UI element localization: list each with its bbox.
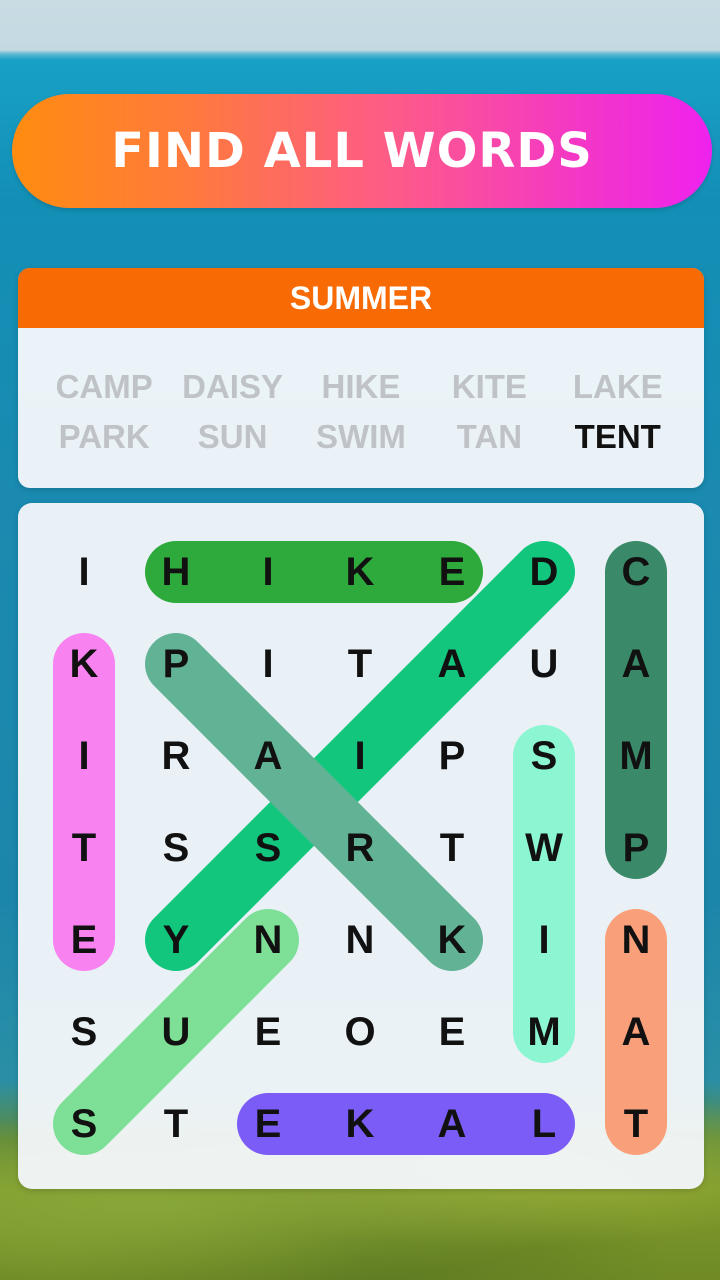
grid-cell[interactable]: D <box>498 526 590 618</box>
category-title: SUMMER <box>289 279 433 316</box>
grid-cell[interactable]: K <box>314 1078 406 1170</box>
grid-cell[interactable]: K <box>38 618 130 710</box>
grid-cell[interactable]: T <box>38 802 130 894</box>
grid-cell[interactable]: A <box>222 710 314 802</box>
grid-cell[interactable]: I <box>38 526 130 618</box>
grid-cell[interactable]: P <box>590 802 682 894</box>
word-item: SWIM <box>316 418 406 455</box>
grid-cell[interactable]: E <box>406 986 498 1078</box>
grid-cell[interactable]: R <box>314 802 406 894</box>
grid-cell[interactable]: W <box>498 802 590 894</box>
word-row: PARK SUN SWIM TAN TENT <box>18 412 704 462</box>
grid-cell[interactable]: H <box>130 526 222 618</box>
grid-cell[interactable]: T <box>406 802 498 894</box>
word-list: CAMP DAISY HIKE KITE LAKE PARK SUN SWIM … <box>18 328 704 462</box>
grid-cell[interactable]: A <box>406 1078 498 1170</box>
grid-cell[interactable]: C <box>590 526 682 618</box>
word-item: CAMP <box>55 368 153 405</box>
grid-cell[interactable]: I <box>314 710 406 802</box>
grid-cell[interactable]: O <box>314 986 406 1078</box>
grid-cell[interactable]: I <box>38 710 130 802</box>
word-item: PARK <box>58 418 150 455</box>
grid-cell[interactable]: K <box>314 526 406 618</box>
grid-cell[interactable]: S <box>222 802 314 894</box>
grid-cell[interactable]: L <box>498 1078 590 1170</box>
grid-cell[interactable]: A <box>590 618 682 710</box>
word-item: HIKE <box>321 368 401 405</box>
category-header: SUMMER <box>18 268 704 328</box>
word-row: CAMP DAISY HIKE KITE LAKE <box>18 362 704 412</box>
word-item: TENT <box>574 418 661 455</box>
grid-cell[interactable]: E <box>222 1078 314 1170</box>
word-item: DAISY <box>182 368 283 405</box>
grid-cell[interactable]: E <box>222 986 314 1078</box>
word-item: TAN <box>456 418 523 455</box>
find-all-words-banner: FIND ALL WORDS <box>12 94 712 208</box>
grid-cell[interactable]: S <box>498 710 590 802</box>
grid-cell[interactable]: U <box>498 618 590 710</box>
word-list-card: SUMMER CAMP DAISY HIKE KITE LAKE PARK SU… <box>18 268 704 488</box>
grid-cell[interactable]: S <box>38 986 130 1078</box>
grid-cell[interactable]: P <box>130 618 222 710</box>
word-item: SUN <box>197 418 268 455</box>
grid-cell[interactable]: I <box>222 526 314 618</box>
grid-cell[interactable]: E <box>38 894 130 986</box>
grid-cell[interactable]: Y <box>130 894 222 986</box>
grid-cell[interactable]: N <box>314 894 406 986</box>
grid-cell[interactable]: S <box>130 802 222 894</box>
grid-cell[interactable]: M <box>498 986 590 1078</box>
grid-cell[interactable]: E <box>406 526 498 618</box>
grid-cell[interactable]: I <box>222 618 314 710</box>
grid-cell[interactable]: T <box>130 1078 222 1170</box>
grid-cell[interactable]: I <box>498 894 590 986</box>
grid-cell[interactable]: K <box>406 894 498 986</box>
banner-title: FIND ALL WORDS <box>111 123 593 179</box>
grid-cell[interactable]: S <box>38 1078 130 1170</box>
grid-cell[interactable]: U <box>130 986 222 1078</box>
grid-cell[interactable]: T <box>314 618 406 710</box>
grid-cell[interactable]: A <box>406 618 498 710</box>
grid-cell[interactable]: T <box>590 1078 682 1170</box>
word-item: LAKE <box>572 368 663 405</box>
grid-cell[interactable]: N <box>590 894 682 986</box>
grid-cell[interactable]: M <box>590 710 682 802</box>
word-item: KITE <box>451 368 527 405</box>
grid-cell[interactable]: P <box>406 710 498 802</box>
grid-cell[interactable]: R <box>130 710 222 802</box>
grid-cell[interactable]: A <box>590 986 682 1078</box>
grid-cell[interactable]: N <box>222 894 314 986</box>
